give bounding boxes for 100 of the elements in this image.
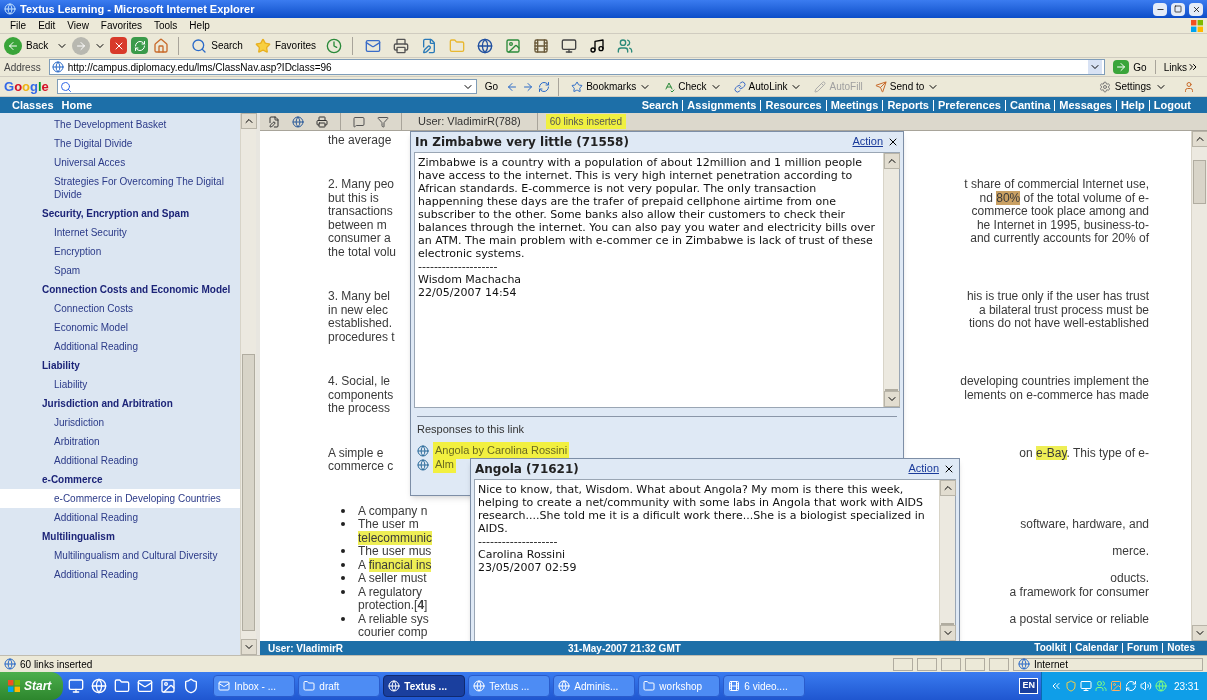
film-icon (533, 37, 550, 54)
sidebar-item[interactable]: Multilingualism and Cultural Diversity (0, 546, 240, 565)
nav-link[interactable]: Assignments (682, 99, 761, 111)
nav-link[interactable]: Cantina (1004, 99, 1055, 111)
home-button[interactable] (152, 36, 171, 55)
search-button[interactable]: Search (187, 37, 247, 54)
scroll-down-button[interactable] (1192, 625, 1207, 641)
scroll-down-button[interactable] (940, 625, 956, 641)
sidebar-section[interactable]: e-Commerce (0, 470, 240, 489)
links-button[interactable]: Links (1159, 59, 1203, 75)
go-button[interactable]: Go (1109, 59, 1151, 75)
sidebar-item[interactable]: Universal Acces (0, 153, 240, 172)
scrollbar[interactable] (939, 480, 955, 641)
google-toolbar-button[interactable]: Bookmarks (567, 79, 656, 94)
scrollbar[interactable] (883, 153, 899, 407)
sidebar-item[interactable]: The Digital Divide (0, 134, 240, 153)
page-icon (51, 61, 64, 73)
scrollbar-thumb[interactable] (242, 354, 255, 632)
footer-link[interactable]: Calendar (1070, 643, 1123, 653)
sidebar-item[interactable]: Connection Costs (0, 299, 240, 318)
stop-button[interactable] (110, 37, 128, 54)
printer-icon (316, 115, 328, 128)
sidebar-item[interactable]: Additional Reading (0, 337, 240, 356)
sidebar-item[interactable]: Additional Reading (0, 565, 240, 584)
start-button[interactable]: Start (0, 672, 64, 700)
article-text: tions do not have well-established (968, 316, 1149, 333)
footer-link[interactable]: Toolkit (1030, 643, 1071, 653)
close-button[interactable] (1189, 2, 1203, 16)
menu-item[interactable]: View (61, 18, 95, 33)
scroll-down-button[interactable] (884, 391, 900, 407)
favorites-button[interactable]: Favorites (250, 37, 321, 54)
sidebar-item[interactable]: Spam (0, 261, 240, 280)
back-button[interactable]: Back (4, 36, 53, 55)
scroll-up-button[interactable] (241, 113, 257, 129)
nav-link[interactable]: Classes (12, 96, 54, 114)
nav-link[interactable]: Meetings (825, 99, 883, 111)
response-link[interactable]: Angola by Carolina Rossini (433, 442, 570, 459)
action-link[interactable]: Action (908, 460, 939, 477)
sidebar-item[interactable]: The Development Basket (0, 115, 240, 134)
shield-icon (183, 678, 200, 694)
minimize-button[interactable] (1153, 2, 1167, 16)
home-icon (153, 37, 170, 54)
sidebar-item[interactable]: Arbitration (0, 432, 240, 451)
response-link[interactable]: Alm (433, 456, 456, 473)
nav-link[interactable]: Search (637, 99, 683, 111)
sidebar-item[interactable]: Encryption (0, 242, 240, 261)
menu-item[interactable]: Tools (148, 18, 184, 33)
scroll-up-button[interactable] (1192, 131, 1207, 147)
menu-item[interactable]: Edit (32, 18, 62, 33)
sidebar-section[interactable]: Liability (0, 356, 240, 375)
menu-item[interactable]: File (4, 18, 33, 33)
refresh-button[interactable] (131, 37, 149, 54)
language-indicator[interactable]: EN (1019, 678, 1038, 694)
nav-link[interactable]: Resources (760, 99, 826, 111)
sidebar-item[interactable]: Economic Model (0, 318, 240, 337)
arrow-icon (506, 80, 519, 93)
sidebar-item[interactable]: Additional Reading (0, 451, 240, 470)
nav-link[interactable]: Preferences (932, 99, 1005, 111)
chevron-icon (1187, 61, 1199, 73)
nav-link[interactable]: Help (1115, 99, 1149, 111)
nav-link[interactable]: Messages (1054, 99, 1116, 111)
sidebar-section[interactable]: Multilingualism (0, 527, 240, 546)
scrollbar[interactable] (1191, 131, 1207, 641)
sidebar-item[interactable]: Strategies For Overcoming The Digital Divide (0, 172, 240, 204)
maximize-button[interactable] (1171, 2, 1185, 16)
sidebar-item[interactable]: Jurisdiction (0, 413, 240, 432)
dropdown-button[interactable] (1088, 60, 1103, 74)
google-go-button[interactable]: Go (480, 79, 503, 94)
scroll-up-button[interactable] (884, 153, 900, 169)
footer-link[interactable]: Notes (1162, 643, 1199, 653)
scrollbar-thumb[interactable] (941, 623, 954, 625)
scroll-down-button[interactable] (241, 639, 257, 655)
search-field[interactable] (56, 79, 477, 94)
sidebar-item[interactable]: Additional Reading (0, 508, 240, 527)
taskbar-button[interactable]: Textus ... (383, 675, 466, 697)
google-toolbar-button[interactable]: AutoLink (729, 79, 807, 94)
sidebar-section[interactable]: Jurisdiction and Arbitration (0, 394, 240, 413)
action-link[interactable]: Action (852, 133, 883, 150)
windows-logo-icon (1191, 19, 1203, 32)
scrollbar-thumb[interactable] (1193, 159, 1206, 204)
scrollbar-thumb[interactable] (885, 389, 898, 391)
menu-item[interactable]: Help (183, 18, 216, 33)
nav-link[interactable]: Logout (1148, 99, 1195, 111)
user-label: User: VladimirR(788) (417, 114, 522, 130)
address-field[interactable]: http://campus.diplomacy.edu/lms/ClassNav.asp?IDclass=96 (48, 59, 1106, 75)
nav-link[interactable]: Home (61, 96, 93, 114)
sidebar-section[interactable]: Security, Encryption and Spam (0, 204, 240, 223)
nav-link[interactable]: Reports (882, 99, 933, 111)
google-toolbar-button[interactable]: Check (659, 79, 726, 94)
article-text: his is true only if the user has trust (966, 288, 1149, 305)
sidebar-item[interactable]: e-Commerce in Developing Countries (0, 489, 240, 508)
google-toolbar-button[interactable]: Send to (870, 79, 944, 94)
sidebar-item[interactable]: Liability (0, 375, 240, 394)
scrollbar[interactable] (240, 113, 256, 655)
footer-link[interactable]: Forum (1122, 643, 1163, 653)
sidebar-section[interactable]: Connection Costs and Economic Model (0, 280, 240, 299)
scroll-up-button[interactable] (940, 480, 956, 496)
settings-button[interactable]: Settings (1094, 79, 1171, 94)
menu-item[interactable]: Favorites (94, 18, 148, 33)
sidebar-item[interactable]: Internet Security (0, 223, 240, 242)
